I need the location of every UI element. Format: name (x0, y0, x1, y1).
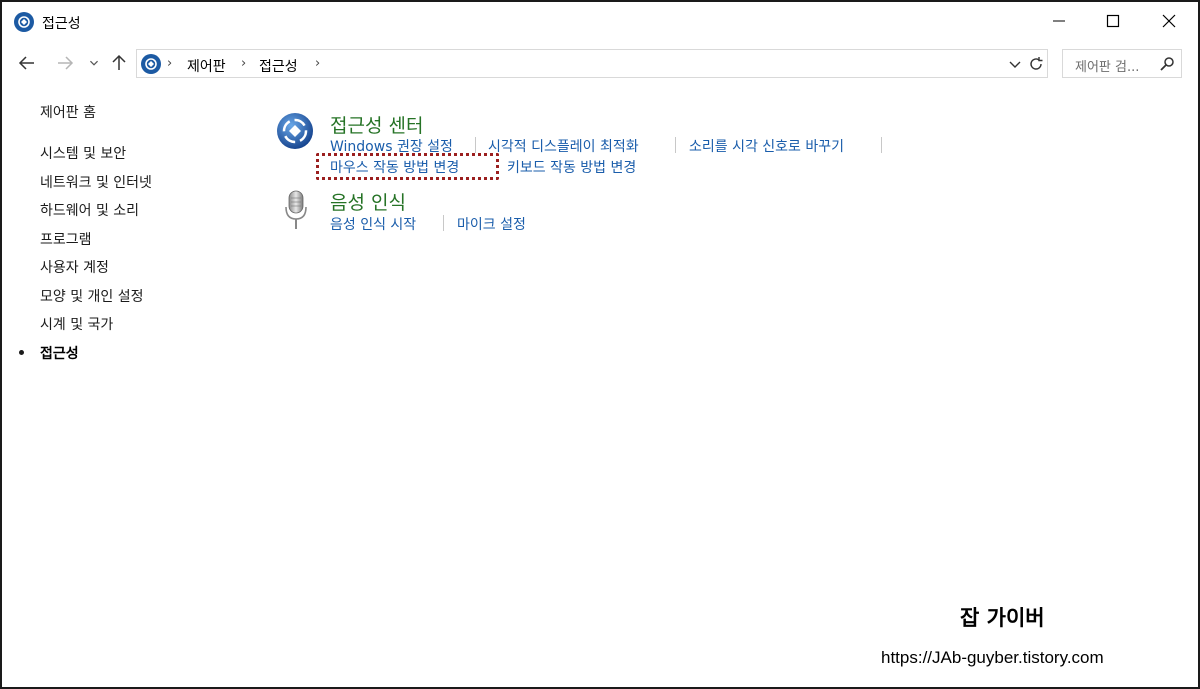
link-replace-sounds-visual-cues[interactable]: 소리를 시각 신호로 바꾸기 (689, 136, 844, 156)
highlight-box (316, 153, 499, 180)
navigation-bar: › 제어판 › 접근성 › 제어판 검... (2, 46, 1198, 80)
control-panel-window: 접근성 › 제어판 › 접근성 › 제어판 검... 제어판 홈 시스템 및 보… (0, 0, 1200, 689)
forward-button[interactable] (54, 52, 76, 74)
active-bullet-icon (19, 350, 24, 355)
sidebar-item-programs[interactable]: 프로그램 (40, 229, 92, 249)
minimize-button[interactable] (1036, 2, 1082, 40)
chevron-right-icon: › (167, 56, 173, 71)
sidebar-item-clock-region[interactable]: 시계 및 국가 (40, 314, 113, 334)
sidebar-control-panel-home[interactable]: 제어판 홈 (40, 102, 96, 122)
link-separator (881, 137, 882, 153)
link-separator (443, 215, 444, 231)
link-microphone-settings[interactable]: 마이크 설정 (457, 214, 526, 234)
category-title-speech-recognition[interactable]: 음성 인식 (330, 188, 406, 215)
breadcrumb-accessibility[interactable]: 접근성 (259, 56, 298, 76)
sidebar-item-network-internet[interactable]: 네트워크 및 인터넷 (40, 172, 152, 192)
sidebar-item-appearance[interactable]: 모양 및 개인 설정 (40, 286, 144, 306)
link-optimize-visual-display[interactable]: 시각적 디스플레이 최적화 (488, 136, 639, 156)
sidebar-item-hardware-sound[interactable]: 하드웨어 및 소리 (40, 200, 139, 220)
sidebar-item-accessibility: 접근성 (40, 346, 79, 362)
close-button[interactable] (1146, 2, 1192, 40)
maximize-button[interactable] (1090, 2, 1136, 40)
refresh-icon[interactable] (1027, 55, 1045, 73)
title-bar: 접근성 (2, 2, 1198, 42)
link-separator (675, 137, 676, 153)
recent-locations-button[interactable] (86, 52, 102, 74)
watermark-url: https://JAb-guyber.tistory.com (881, 648, 1104, 667)
sidebar-item-user-accounts[interactable]: 사용자 계정 (40, 257, 109, 277)
sidebar-item-system-security[interactable]: 시스템 및 보안 (40, 143, 126, 163)
address-dropdown-icon[interactable] (1007, 56, 1023, 72)
microphone-icon[interactable] (284, 189, 308, 231)
back-button[interactable] (16, 52, 38, 74)
category-title-ease-of-access-center[interactable]: 접근성 센터 (330, 111, 423, 138)
chevron-right-icon[interactable]: › (315, 56, 320, 71)
link-separator (475, 137, 476, 153)
watermark-title: 잡 가이버 (960, 606, 1045, 630)
breadcrumb-control-panel[interactable]: 제어판 (187, 56, 226, 76)
address-bar[interactable]: › 제어판 › 접근성 › (136, 49, 1048, 78)
search-icon[interactable] (1159, 56, 1175, 72)
link-change-keyboard-settings[interactable]: 키보드 작동 방법 변경 (507, 157, 636, 177)
up-button[interactable] (108, 52, 130, 74)
chevron-right-icon: › (241, 56, 247, 71)
window-title: 접근성 (42, 16, 81, 32)
link-start-speech-recognition[interactable]: 음성 인식 시작 (330, 214, 416, 234)
control-panel-icon (141, 54, 161, 74)
search-box[interactable]: 제어판 검... (1062, 49, 1182, 78)
ease-of-access-app-icon (14, 12, 34, 32)
ease-of-access-icon[interactable] (276, 112, 314, 150)
search-placeholder: 제어판 검... (1075, 60, 1140, 75)
